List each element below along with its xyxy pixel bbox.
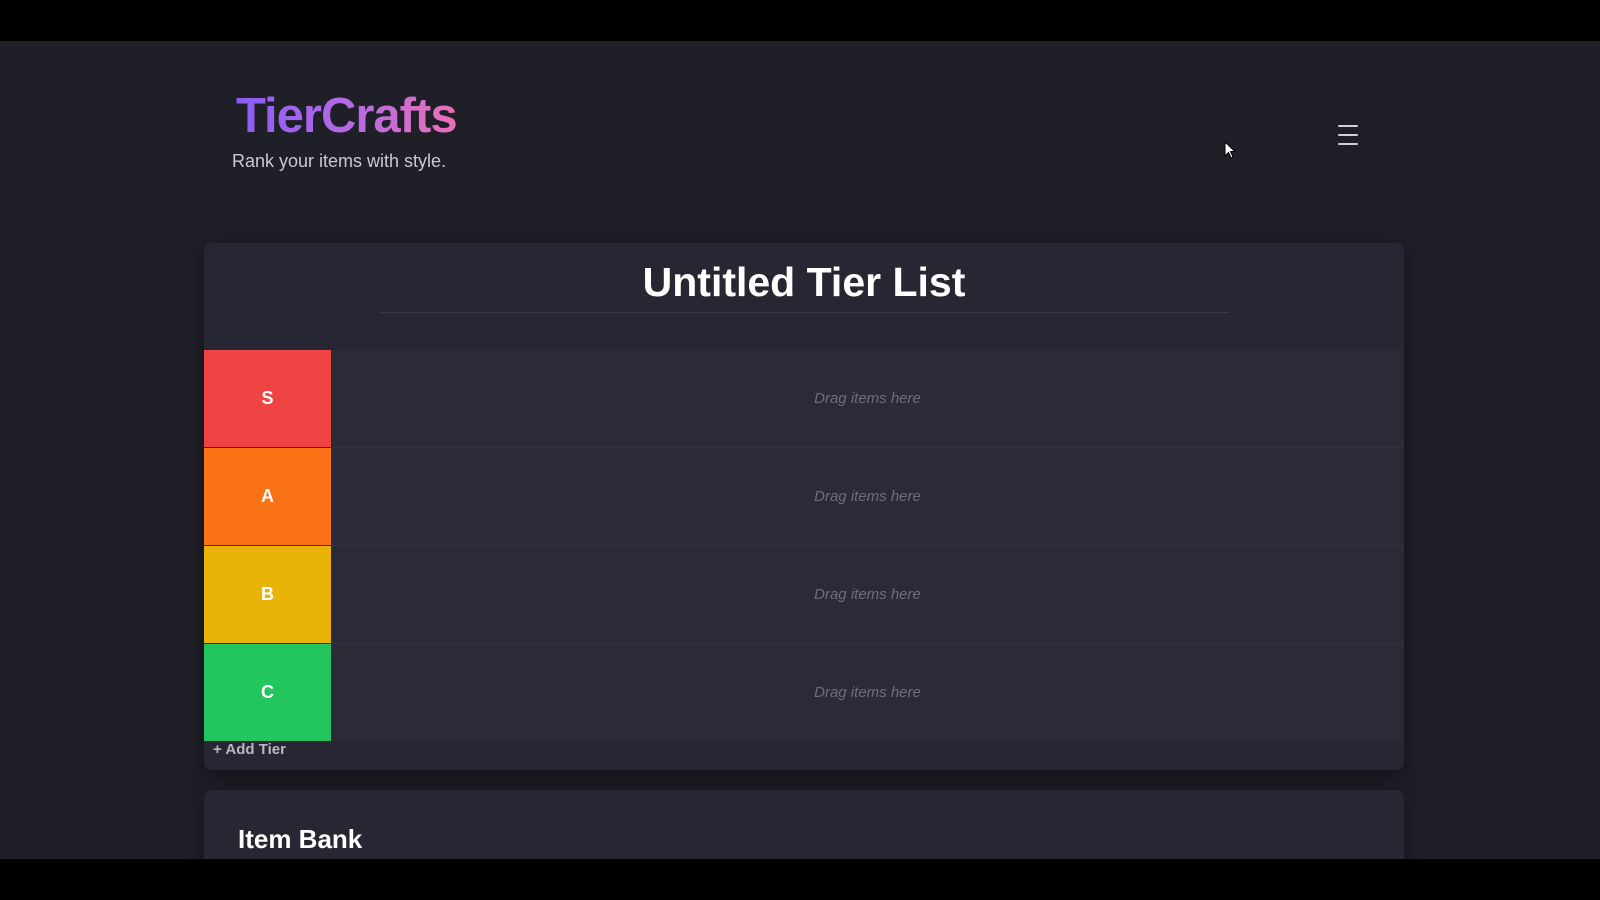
item-bank-title: Item Bank <box>238 824 363 854</box>
hamburger-menu-icon[interactable] <box>1338 125 1362 145</box>
letterbox-bottom <box>0 859 1600 900</box>
letterbox-top <box>0 0 1600 41</box>
app-window: TierCrafts Rank your items with style. U… <box>0 41 1600 859</box>
tier-row-a: A Drag items here <box>204 448 1404 546</box>
title-divider <box>380 312 1230 313</box>
tier-row-s: S Drag items here <box>204 350 1404 448</box>
mouse-pointer-icon <box>1224 140 1237 164</box>
tier-list-card: Untitled Tier List S Drag items here A D… <box>204 243 1404 770</box>
menu-bar <box>1338 125 1358 127</box>
tier-label-a[interactable]: A <box>204 448 331 545</box>
tier-list-title[interactable]: Untitled Tier List <box>204 243 1404 308</box>
tier-label-c[interactable]: C <box>204 644 331 741</box>
menu-bar <box>1338 143 1358 145</box>
brand-header: TierCrafts Rank your items with style. <box>232 89 458 172</box>
tier-label-s[interactable]: S <box>204 350 331 447</box>
app-logo-title: TierCrafts <box>236 89 458 143</box>
tier-drop-zone-s[interactable]: Drag items here <box>331 350 1404 447</box>
drop-zone-placeholder: Drag items here <box>814 586 921 603</box>
tier-drop-zone-a[interactable]: Drag items here <box>331 448 1404 545</box>
menu-bar <box>1338 134 1358 136</box>
tier-rows: S Drag items here A Drag items here B Dr… <box>204 350 1404 741</box>
tier-drop-zone-c[interactable]: Drag items here <box>331 644 1404 741</box>
tier-row-b: B Drag items here <box>204 546 1404 644</box>
tier-row-c: C Drag items here <box>204 644 1404 741</box>
item-bank-card: Item Bank <box>204 790 1404 859</box>
tier-drop-zone-b[interactable]: Drag items here <box>331 546 1404 643</box>
tier-label-b[interactable]: B <box>204 546 331 643</box>
drop-zone-placeholder: Drag items here <box>814 488 921 505</box>
drop-zone-placeholder: Drag items here <box>814 684 921 701</box>
add-tier-button[interactable]: + Add Tier <box>213 741 286 758</box>
drop-zone-placeholder: Drag items here <box>814 390 921 407</box>
app-tagline: Rank your items with style. <box>232 151 447 171</box>
